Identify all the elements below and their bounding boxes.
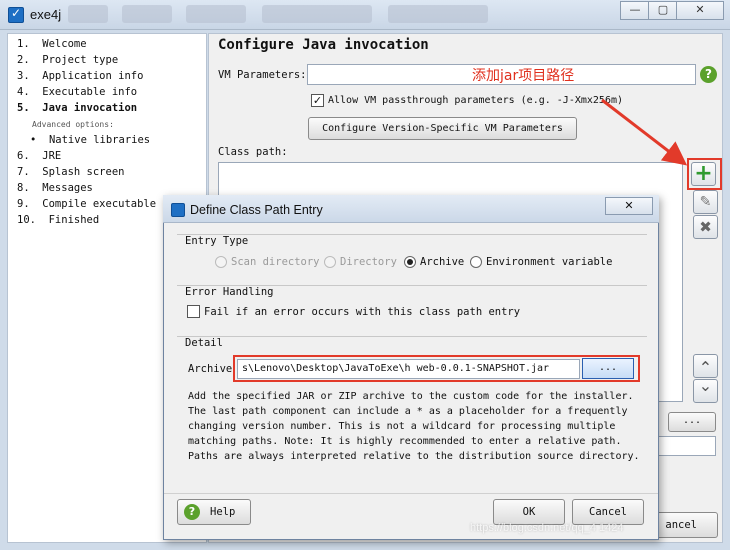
minimize-button[interactable]: — [620,1,650,20]
chevron-up-icon: ⌃ [698,358,713,377]
watermark: https://blog.csdn.net/qq_4 1424 [470,522,624,534]
nav-step-application-info[interactable]: 3. Application info [17,70,143,82]
window-title: exe4j [30,7,62,22]
remove-icon: ✖ [699,218,712,236]
fail-on-error-label[interactable]: Fail if an error occurs with this class … [204,306,520,318]
blurred-taskbar-tab [388,5,488,23]
radio-directory [324,256,336,268]
remove-classpath-button[interactable]: ✖ [693,215,718,239]
fail-on-error-checkbox[interactable] [187,305,200,318]
plus-icon: + [694,161,713,186]
allow-passthrough-label: Allow VM passthrough parameters (e.g. -J… [328,95,624,106]
nav-step-welcome[interactable]: 1. Welcome [17,38,87,50]
edit-classpath-button[interactable]: ✎ [693,190,718,214]
exe4j-app-icon [8,6,24,23]
help-button[interactable]: ? Help [177,499,251,525]
annotation-text: 添加jar项目路径 [472,68,575,84]
class-path-label: Class path: [218,146,288,158]
vm-parameters-label: VM Parameters: [218,69,307,81]
nav-step-compile-executable[interactable]: 9. Compile executable [17,198,156,210]
entry-type-label: Entry Type [185,235,249,247]
add-classpath-button[interactable]: + [691,162,716,186]
archive-path-input[interactable]: s\Lenovo\Desktop\JavaToExe\h web-0.0.1-S… [237,359,580,379]
radio-environment-variable[interactable] [470,256,482,268]
detail-divider [177,336,647,337]
main-text-field[interactable] [656,436,716,456]
nav-step-jre[interactable]: 6. JRE [17,150,61,162]
edit-icon: ✎ [699,194,712,210]
nav-step-java-invocation[interactable]: 5. Java invocation [17,102,137,114]
radio-archive-label[interactable]: Archive [420,256,464,268]
allow-passthrough-checkbox[interactable]: ✓ [311,94,324,107]
blurred-taskbar-tab [122,5,172,23]
help-icon[interactable]: ? [700,66,717,83]
help-button-label: Help [210,506,236,518]
nav-step-project-type[interactable]: 2. Project type [17,54,118,66]
nav-step-splash-screen[interactable]: 7. Splash screen [17,166,124,178]
radio-scan-directory-label: Scan directory [231,256,320,268]
chevron-down-icon: ⌄ [698,376,713,395]
page-title: Configure Java invocation [218,37,429,53]
radio-scan-directory [215,256,227,268]
archive-browse-button[interactable]: ... [582,358,634,379]
detail-label: Detail [185,337,223,349]
radio-environment-variable-label[interactable]: Environment variable [486,256,612,268]
blurred-taskbar-tab [186,5,246,23]
dialog-app-icon [171,203,185,217]
dialog-close-button[interactable]: ✕ [605,197,653,215]
nav-step-finished[interactable]: 10. Finished [17,214,99,226]
error-handling-label: Error Handling [185,286,274,298]
archive-label: Archive [188,363,233,375]
archive-description: Add the specified JAR or ZIP archive to … [188,391,640,462]
nav-step-native-libraries[interactable]: • Native libraries [30,134,150,146]
configure-version-vm-button[interactable]: Configure Version-Specific VM Parameters [308,117,577,140]
close-button[interactable]: ✕ [676,1,724,20]
move-down-button[interactable]: ⌄ [693,376,718,403]
radio-directory-label: Directory [340,256,397,268]
blurred-taskbar-tab [262,5,372,23]
browse-small-button[interactable]: ... [668,412,716,432]
nav-step-executable-info[interactable]: 4. Executable info [17,86,137,98]
maximize-button[interactable]: ▢ [648,1,678,20]
nav-advanced-options-label: Advanced options: [32,120,114,129]
blurred-taskbar-tab [68,5,108,23]
move-up-button[interactable]: ⌃ [693,354,718,378]
help-icon: ? [184,504,200,520]
dialog-title: Define Class Path Entry [190,203,323,217]
radio-archive[interactable] [404,256,416,268]
nav-step-messages[interactable]: 8. Messages [17,182,93,194]
